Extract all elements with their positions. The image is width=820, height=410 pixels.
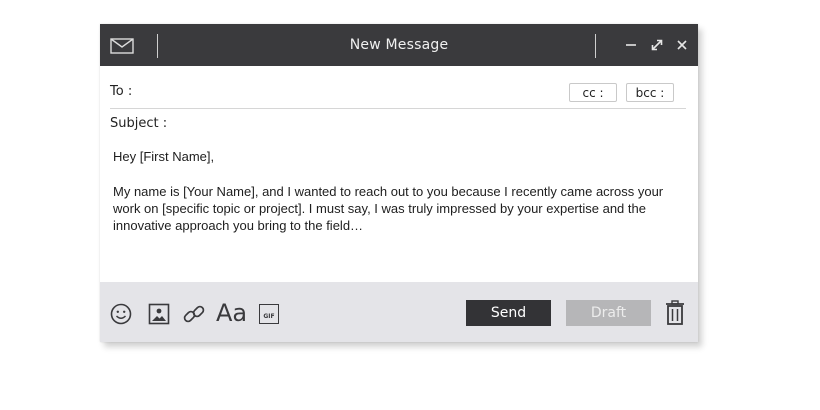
to-input[interactable] [140, 80, 560, 104]
link-icon[interactable] [182, 302, 206, 326]
title-bar: New Message [100, 24, 698, 66]
image-icon[interactable] [148, 302, 170, 326]
subject-label: Subject : [110, 116, 168, 131]
font-icon[interactable]: Aa [216, 298, 247, 327]
draft-button[interactable]: Draft [566, 300, 651, 326]
message-body[interactable]: Hey [First Name], My name is [Your Name]… [113, 148, 683, 252]
emoji-icon[interactable] [110, 302, 132, 326]
trash-icon[interactable] [665, 300, 685, 326]
compose-window: New Message To : cc : bcc : Subject : He… [100, 24, 698, 342]
window-title: New Message [349, 37, 449, 53]
minimize-icon[interactable] [623, 37, 639, 53]
message-paragraph: My name is [Your Name], and I wanted to … [113, 184, 664, 233]
close-icon[interactable] [674, 37, 690, 53]
send-button[interactable]: Send [466, 300, 551, 326]
bcc-button[interactable]: bcc : [626, 83, 674, 102]
to-divider [110, 108, 686, 109]
gif-icon[interactable]: GIF [259, 304, 279, 324]
to-label: To : [110, 84, 133, 99]
subject-input[interactable] [172, 112, 686, 136]
title-separator [595, 34, 596, 58]
message-greeting: Hey [First Name], [113, 149, 215, 164]
cc-button[interactable]: cc : [569, 83, 617, 102]
expand-icon[interactable] [649, 37, 665, 53]
gif-label: GIF [263, 313, 275, 320]
compose-toolbar: Aa GIF Send Draft [100, 282, 698, 342]
